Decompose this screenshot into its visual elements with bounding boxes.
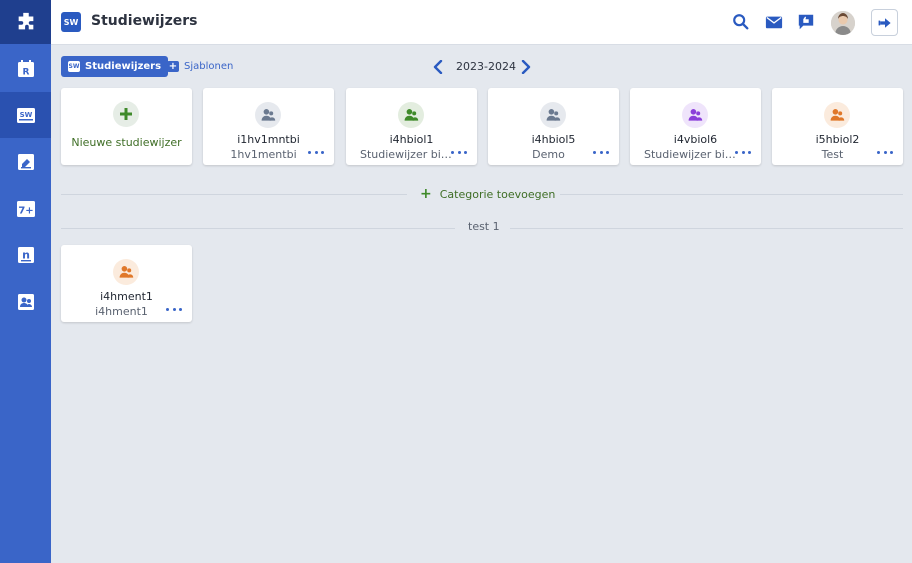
envelope-icon — [765, 16, 783, 29]
logout-button[interactable] — [871, 9, 898, 36]
app-logo[interactable] — [0, 0, 51, 44]
more-options-button[interactable] — [735, 148, 751, 156]
sidebar-letter: 7+ — [18, 206, 33, 217]
sidebar-item-notities[interactable]: n — [0, 232, 51, 278]
notebook-icon: n — [17, 247, 34, 263]
sidebar-item-cijfers[interactable]: 7+ — [0, 186, 51, 232]
next-year-button[interactable] — [519, 58, 533, 76]
school-year-label: 2023-2024 — [456, 60, 516, 73]
sidebar-item-studiewijzers[interactable]: SW — [0, 92, 51, 138]
exit-arrow-icon — [878, 17, 891, 28]
add-template-icon: + — [167, 61, 179, 72]
feedback-button[interactable] — [796, 12, 816, 32]
search-icon — [733, 14, 749, 30]
plus-icon: + — [420, 186, 432, 202]
card-name: i4hbiol1 — [389, 133, 434, 146]
group-icon — [113, 259, 139, 285]
chevron-left-icon — [433, 60, 443, 74]
more-options-button[interactable] — [166, 305, 182, 313]
tab-label: Studiewijzers — [85, 61, 162, 72]
sidebar-letter: R — [22, 68, 29, 78]
sidebar-item-opdrachten[interactable] — [0, 139, 51, 185]
studiewijzer-card[interactable]: i4vbiol6 Studiewijzer bio 4 vwo — [630, 88, 761, 165]
search-button[interactable] — [731, 12, 751, 32]
thumbs-up-chat-icon — [798, 14, 814, 30]
previous-year-button[interactable] — [431, 58, 445, 76]
sidebar-letter: n — [22, 249, 30, 262]
studiewijzer-card[interactable]: i4hment1 i4hment1 — [61, 245, 192, 322]
plus-icon — [113, 101, 139, 127]
group-icon — [824, 102, 850, 128]
tab-label: Sjablonen — [184, 61, 234, 72]
tab-studiewijzers[interactable]: SW Studiewijzers — [61, 56, 169, 77]
top-header: SW Studiewijzers — [51, 0, 912, 45]
studiewijzer-icon: SW — [16, 108, 35, 123]
seven-plus-icon: 7+ — [16, 201, 35, 217]
students-icon — [17, 294, 34, 310]
divider — [510, 228, 903, 229]
app-badge: SW — [61, 12, 81, 32]
more-options-button[interactable] — [877, 148, 893, 156]
studiewijzer-card[interactable]: i4hbiol5 Demo — [488, 88, 619, 165]
eraser-icon — [17, 154, 34, 170]
tab-sjablonen[interactable]: + Sjablonen — [160, 56, 240, 77]
card-name: i4hment1 — [100, 290, 153, 303]
group-icon — [398, 102, 424, 128]
sidebar-item-leerlingen[interactable] — [0, 279, 51, 325]
category-title[interactable]: test 1 — [468, 220, 500, 233]
card-name: i4vbiol6 — [673, 133, 718, 146]
divider — [61, 194, 407, 195]
more-options-button[interactable] — [308, 148, 324, 156]
add-category-button[interactable]: + Categorie toevoegen — [420, 186, 555, 202]
sidebar-item-rooster[interactable]: R — [0, 46, 51, 92]
chevron-right-icon — [521, 60, 531, 74]
user-avatar[interactable] — [831, 11, 855, 35]
group-icon — [682, 102, 708, 128]
new-studiewijzer-card[interactable]: Nieuwe studiewijzer — [61, 88, 192, 165]
divider — [61, 228, 455, 229]
avatar-icon — [831, 11, 855, 35]
more-options-button[interactable] — [593, 148, 609, 156]
card-name: i5hbiol2 — [815, 133, 860, 146]
group-icon — [255, 102, 281, 128]
divider — [560, 194, 903, 195]
card-name: i1hv1mntbi — [237, 133, 300, 146]
new-studiewijzer-label: Nieuwe studiewijzer — [71, 136, 182, 149]
puzzle-logo-icon — [18, 12, 33, 30]
page-title: Studiewijzers — [91, 13, 198, 29]
studiewijzer-mini-icon: SW — [68, 61, 80, 72]
studiewijzer-card[interactable]: i4hbiol1 Studiewijzer bio 4 havo — [346, 88, 477, 165]
group-icon — [540, 102, 566, 128]
messages-button[interactable] — [764, 12, 784, 32]
studiewijzer-card[interactable]: i1hv1mntbi 1hv1mentbi — [203, 88, 334, 165]
studiewijzer-card[interactable]: i5hbiol2 Test — [772, 88, 903, 165]
add-category-label: Categorie toevoegen — [439, 187, 556, 201]
more-options-button[interactable] — [451, 148, 467, 156]
calendar-r-icon: R — [17, 60, 34, 78]
card-name: i4hbiol5 — [531, 133, 576, 146]
sidebar: R SW 7+ n — [0, 0, 51, 563]
sidebar-letter: SW — [19, 111, 32, 119]
